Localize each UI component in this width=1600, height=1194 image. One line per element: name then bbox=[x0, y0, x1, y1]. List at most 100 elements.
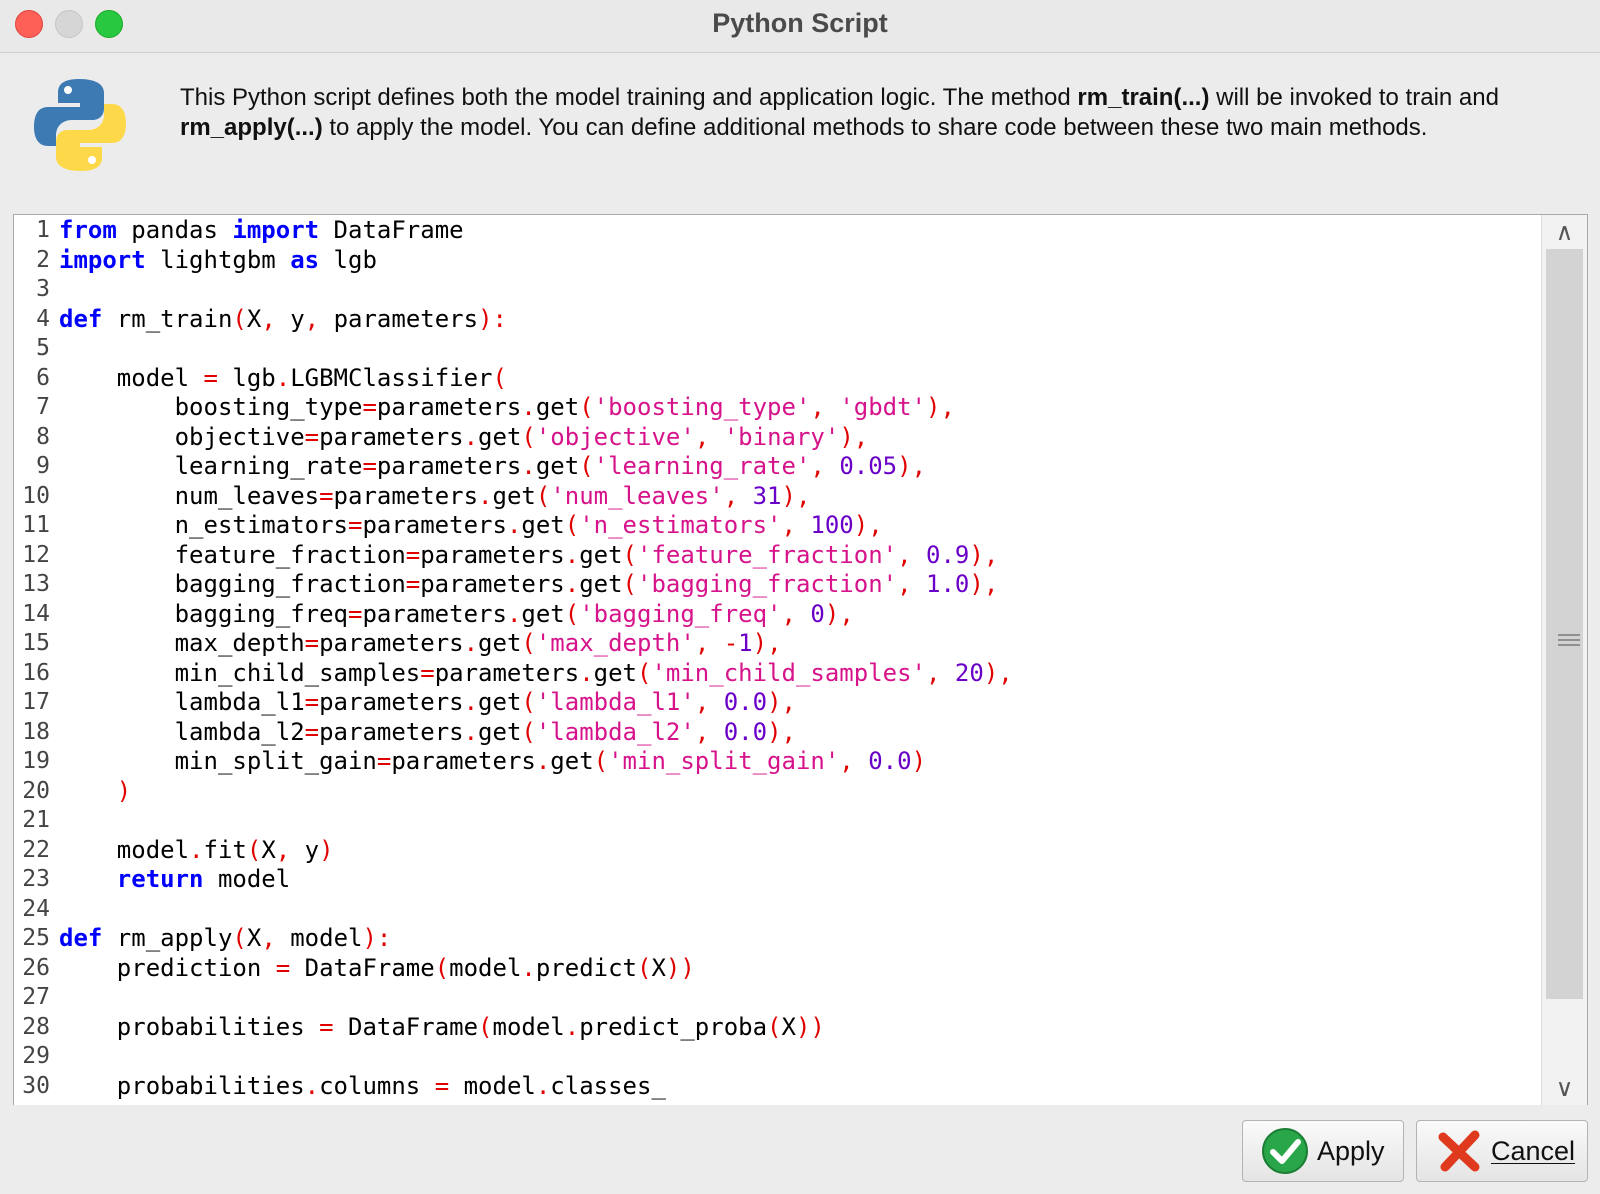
code-token: ( bbox=[232, 924, 247, 952]
code-editor[interactable]: 1 2 3 4 5 6 7 8 9 10 11 12 13 14 15 16 17 18 19 20 21 22 23 24 2… bbox=[13, 214, 1588, 1106]
code-token: parameters bbox=[362, 511, 507, 539]
code-token: get bbox=[478, 717, 522, 746]
code-token: ( bbox=[535, 481, 551, 510]
code-token: columns bbox=[319, 1071, 435, 1100]
code-line: objective=parameters.get('objective', 'b… bbox=[59, 422, 869, 452]
code-token: parameters bbox=[319, 422, 464, 451]
code-token: ) bbox=[680, 953, 695, 982]
code-token: , bbox=[839, 599, 854, 628]
code-token: . bbox=[463, 629, 479, 657]
chevron-down-icon[interactable]: ∨ bbox=[1542, 1071, 1587, 1105]
code-line: lambda_l2=parameters.get('lambda_l2', 0.… bbox=[59, 717, 796, 747]
code-token: : bbox=[376, 924, 392, 952]
code-token: model bbox=[59, 363, 204, 392]
vertical-scrollbar[interactable]: ∧ ∨ bbox=[1541, 215, 1587, 1105]
code-token: = bbox=[304, 717, 320, 746]
code-token: , bbox=[723, 481, 739, 510]
line-number: 1 bbox=[36, 217, 50, 243]
code-token: ( bbox=[521, 422, 536, 451]
code-token: 'lambda_l2' bbox=[535, 717, 695, 746]
code-token: classes_ bbox=[550, 1071, 666, 1100]
code-token: get bbox=[478, 688, 522, 716]
code-token: = bbox=[304, 422, 320, 451]
code-token: probabilities bbox=[59, 1071, 305, 1100]
code-token: 'binary' bbox=[723, 422, 840, 451]
code-token: X bbox=[261, 835, 276, 864]
code-token: 'max_depth' bbox=[535, 629, 695, 657]
code-token: , bbox=[694, 688, 710, 716]
line-number: 5 bbox=[36, 335, 50, 361]
code-token: 'objective' bbox=[535, 422, 695, 451]
code-text-area[interactable]: from pandas import DataFrame import light… bbox=[59, 215, 1519, 1105]
code-token: 'n_estimators' bbox=[579, 511, 782, 539]
code-token: = bbox=[319, 1012, 334, 1041]
line-number-gutter: 1 2 3 4 5 6 7 8 9 10 11 12 13 14 15 16 17 18 19 20 21 22 23 24 2… bbox=[14, 215, 56, 1105]
code-token: parameters bbox=[319, 717, 464, 746]
code-token: DataFrame bbox=[333, 1012, 479, 1041]
code-token: ) bbox=[810, 1012, 825, 1041]
code-token: model bbox=[59, 835, 190, 864]
code-token: : bbox=[492, 304, 507, 333]
code-token: parameters bbox=[420, 540, 565, 569]
chevron-up-icon[interactable]: ∧ bbox=[1542, 215, 1587, 249]
code-token: parameters bbox=[376, 452, 522, 480]
code-token: ( bbox=[622, 540, 637, 569]
code-token: get bbox=[492, 481, 536, 510]
code-line: from pandas import DataFrame bbox=[59, 215, 464, 245]
code-token: predict_proba bbox=[579, 1012, 768, 1041]
code-token: fit bbox=[203, 835, 247, 864]
code-token: 0.0 bbox=[868, 747, 912, 775]
code-token: ( bbox=[521, 688, 536, 716]
cancel-button[interactable]: Cancel bbox=[1416, 1120, 1588, 1182]
code-line: probabilities = DataFrame(model.predict_… bbox=[59, 1012, 825, 1042]
code-token: 1.0 bbox=[926, 570, 970, 598]
code-token: get bbox=[521, 511, 565, 539]
code-token: , bbox=[868, 511, 883, 539]
code-token: , bbox=[781, 511, 796, 539]
code-token: get bbox=[579, 540, 623, 569]
dialog-footer: Apply Cancel bbox=[0, 1105, 1600, 1194]
code-line: learning_rate=parameters.get('learning_r… bbox=[59, 451, 926, 481]
code-token: ( bbox=[521, 629, 536, 657]
code-token: . bbox=[506, 511, 522, 539]
code-token: , bbox=[853, 422, 869, 451]
scrollbar-thumb[interactable] bbox=[1546, 249, 1583, 999]
code-token: get bbox=[550, 747, 594, 775]
apply-button[interactable]: Apply bbox=[1242, 1120, 1404, 1182]
code-token: min_child_samples bbox=[59, 658, 421, 687]
code-token: = bbox=[434, 1071, 450, 1100]
code-token: objective bbox=[59, 422, 305, 451]
code-token: ( bbox=[593, 747, 609, 775]
line-number: 23 bbox=[22, 866, 50, 892]
line-number: 11 bbox=[22, 512, 50, 538]
dialog-header: This Python script defines both the mode… bbox=[0, 53, 1600, 213]
code-token: learning_rate bbox=[59, 452, 363, 480]
code-token: . bbox=[535, 1071, 551, 1100]
code-token: model bbox=[275, 924, 363, 952]
code-token: lgb bbox=[217, 363, 276, 392]
code-token: ) bbox=[767, 717, 782, 746]
line-number: 17 bbox=[22, 689, 50, 715]
code-token: probabilities bbox=[59, 1012, 320, 1041]
line-number: 10 bbox=[22, 482, 50, 509]
code-token: 1 bbox=[738, 629, 753, 657]
code-token: , bbox=[767, 629, 782, 657]
line-number: 2 bbox=[36, 246, 50, 273]
code-token: 'bagging_freq' bbox=[579, 599, 782, 628]
code-token: , bbox=[261, 304, 276, 333]
line-number: 26 bbox=[22, 954, 50, 981]
code-token: . bbox=[535, 747, 551, 775]
code-token: lambda_l2 bbox=[59, 717, 305, 746]
cancel-label: Cancel bbox=[1491, 1135, 1576, 1166]
code-line: boosting_type=parameters.get('boosting_t… bbox=[59, 392, 955, 422]
code-token: . bbox=[275, 363, 291, 392]
code-token: - bbox=[723, 629, 739, 657]
code-token: , bbox=[839, 747, 854, 775]
code-token: ) bbox=[969, 540, 984, 569]
